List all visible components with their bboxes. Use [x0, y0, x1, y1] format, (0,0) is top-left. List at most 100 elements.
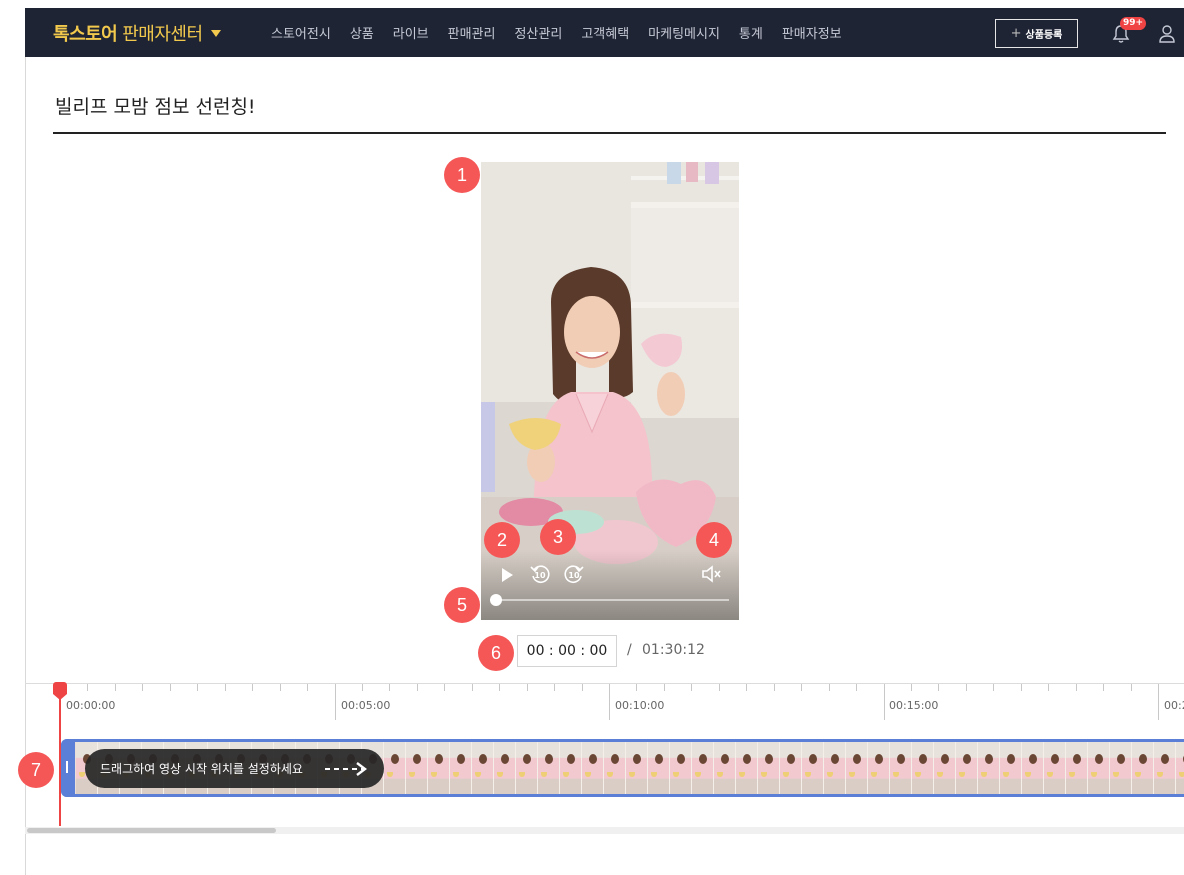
clip-thumbnail	[1088, 742, 1110, 794]
timeline-tick	[938, 684, 939, 691]
thumbnail-bowl	[959, 772, 965, 777]
clip-thumbnail	[406, 742, 428, 794]
thumbnail-face	[919, 754, 927, 764]
thumbnail-face	[457, 754, 465, 764]
clip-thumbnail	[670, 742, 692, 794]
timeline-tick	[499, 684, 500, 691]
nav-item-benefits[interactable]: 고객혜택	[581, 23, 629, 42]
timeline-tick	[993, 684, 994, 691]
thumbnail-face	[501, 754, 509, 764]
timeline-tick	[691, 684, 692, 691]
thumbnail-bowl	[695, 772, 701, 777]
clip-thumbnail	[956, 742, 978, 794]
thumbnail-bowl	[827, 772, 833, 777]
timeline-tick	[1103, 684, 1104, 691]
timeline-tick	[472, 684, 473, 691]
timeline-tick	[87, 684, 88, 691]
playhead-handle[interactable]	[53, 682, 67, 694]
thumbnail-face	[721, 754, 729, 764]
clip-thumbnail	[626, 742, 648, 794]
timeline-tick	[829, 684, 830, 691]
clip-thumbnail	[604, 742, 626, 794]
timeline-tick	[225, 684, 226, 691]
tick-label-0: 00:00:00	[66, 699, 116, 712]
timeline-tick	[170, 684, 171, 691]
thumbnail-bowl	[1113, 772, 1119, 777]
thumbnail-bowl	[761, 772, 767, 777]
thumbnail-face	[1161, 754, 1169, 764]
clip-thumbnail	[1176, 742, 1184, 794]
clip-start-handle[interactable]	[61, 739, 75, 797]
clip-thumbnail	[428, 742, 450, 794]
thumbnail-bowl	[849, 772, 855, 777]
thumbnail-bowl	[519, 772, 525, 777]
thumbnail-face	[1095, 754, 1103, 764]
clip-thumbnail	[472, 742, 494, 794]
clip-thumbnail	[692, 742, 714, 794]
timeline-tick	[197, 684, 198, 691]
thumbnail-bowl	[1003, 772, 1009, 777]
annotation-marker-3: 3	[540, 519, 576, 555]
clip-thumbnail	[978, 742, 1000, 794]
nav-item-store-display[interactable]: 스토어전시	[271, 23, 331, 42]
clip-thumbnail	[516, 742, 538, 794]
nav-item-statistics[interactable]: 통계	[739, 23, 763, 42]
current-time-input[interactable]: 00 : 00 : 00	[517, 635, 617, 667]
thumbnail-bowl	[541, 772, 547, 777]
progress-track[interactable]	[495, 599, 729, 601]
thumbnail-face	[1007, 754, 1015, 764]
clip-thumbnail	[1044, 742, 1066, 794]
nav-item-sales[interactable]: 판매관리	[448, 23, 496, 42]
timeline-tick	[307, 684, 308, 691]
user-icon[interactable]	[1158, 24, 1176, 44]
timeline-tick	[801, 684, 802, 691]
clip-thumbnail	[560, 742, 582, 794]
top-navigation-bar: 톡스토어 판매자센터 스토어전시 상품 라이브 판매관리 정산관리 고객혜택 마…	[25, 8, 1184, 57]
drag-hint-tooltip: 드래그하여 영상 시작 위치를 설정하세요	[85, 749, 384, 788]
nav-item-marketing-message[interactable]: 마케팅메시지	[648, 23, 720, 42]
thumbnail-bowl	[673, 772, 679, 777]
drag-hint-text: 드래그하여 영상 시작 위치를 설정하세요	[100, 762, 303, 776]
playhead-line[interactable]	[59, 684, 61, 826]
playhead-pointer	[53, 694, 67, 700]
annotation-marker-2: 2	[484, 522, 520, 558]
nav-item-live[interactable]: 라이브	[393, 23, 429, 42]
thumbnail-bowl	[585, 772, 591, 777]
thumbnail-face	[611, 754, 619, 764]
main-nav: 스토어전시 상품 라이브 판매관리 정산관리 고객혜택 마케팅메시지 통계 판매…	[271, 23, 842, 42]
thumbnail-face	[853, 754, 861, 764]
brand-menu[interactable]: 톡스토어 판매자센터	[53, 21, 221, 45]
nav-item-seller-info[interactable]: 판매자정보	[782, 23, 842, 42]
thumbnail-bowl	[563, 772, 569, 777]
timeline-scroll-thumb[interactable]	[27, 828, 276, 833]
thumbnail-face	[985, 754, 993, 764]
clip-thumbnail	[846, 742, 868, 794]
mute-icon[interactable]	[701, 565, 723, 583]
timeline-tick	[115, 684, 116, 691]
progress-handle[interactable]	[490, 594, 502, 606]
svg-text:10: 10	[568, 571, 580, 580]
page-left-border	[25, 57, 26, 875]
nav-item-products[interactable]: 상품	[350, 23, 374, 42]
forward-10-icon[interactable]: 10	[563, 563, 585, 585]
nav-item-settlement[interactable]: 정산관리	[514, 23, 562, 42]
thumbnail-bowl	[1025, 772, 1031, 777]
thumbnail-face	[655, 754, 663, 764]
thumbnail-face	[787, 754, 795, 764]
timeline-tick	[1131, 684, 1132, 691]
tick-label-20: 00:2	[1164, 699, 1184, 712]
clip-thumbnail	[736, 742, 758, 794]
clip-thumbnail	[890, 742, 912, 794]
total-duration: 01:30:12	[642, 642, 705, 658]
timeline-tick	[911, 684, 912, 691]
rewind-10-icon[interactable]: 10	[529, 563, 551, 585]
play-icon[interactable]	[499, 566, 515, 584]
thumbnail-face	[1029, 754, 1037, 764]
thumbnail-bowl	[739, 772, 745, 777]
timeline-tick	[1021, 684, 1022, 691]
timeline-tick	[142, 684, 143, 691]
timeline-tick	[774, 684, 775, 691]
register-product-button[interactable]: + 상품등록	[995, 19, 1078, 48]
thumbnail-bowl	[915, 772, 921, 777]
annotation-marker-4: 4	[696, 522, 732, 558]
